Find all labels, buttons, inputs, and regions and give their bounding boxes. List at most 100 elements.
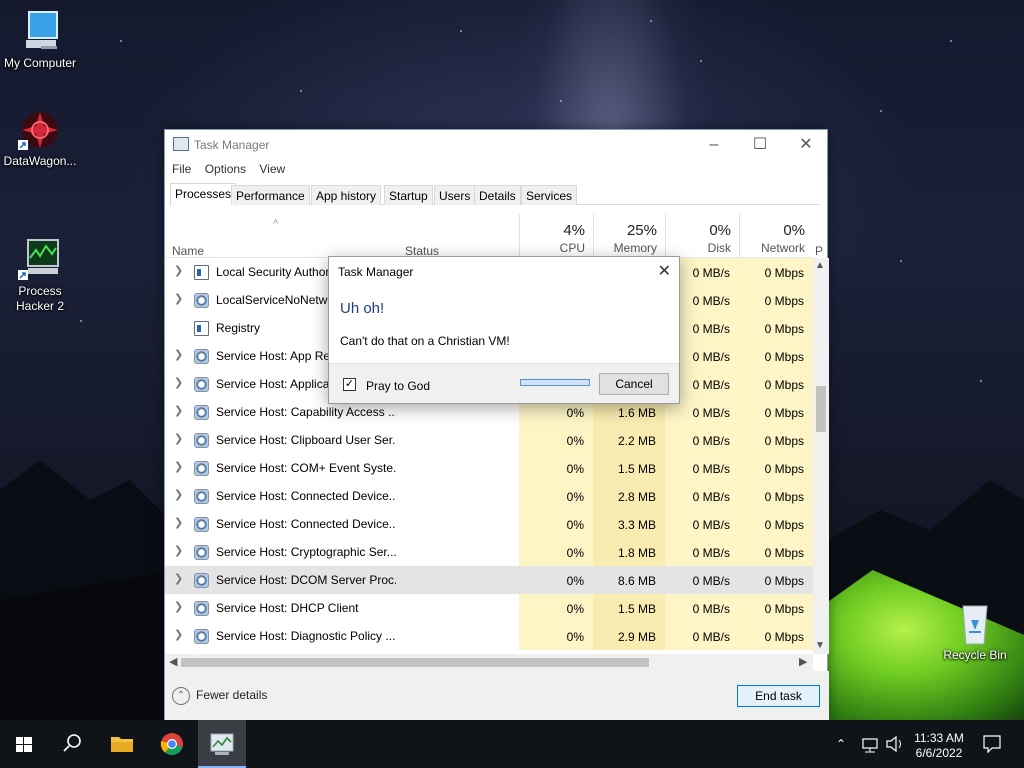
cpu-cell: 0% bbox=[519, 622, 593, 650]
menu-file[interactable]: File bbox=[165, 160, 191, 176]
network-cell: 0 Mbps bbox=[739, 314, 813, 342]
scroll-right-icon[interactable]: ▶ bbox=[799, 655, 807, 668]
expand-chevron-icon[interactable]: ❯ bbox=[174, 572, 183, 585]
title-bar[interactable]: Task Manager – ☐ ✕ bbox=[165, 130, 827, 159]
dialog-footer: ✓ Pray to God Cancel bbox=[329, 363, 679, 403]
fewer-details-label: Fewer details bbox=[196, 688, 268, 703]
chrome-icon bbox=[160, 733, 183, 755]
column-memory[interactable]: 25% Memory bbox=[593, 214, 665, 258]
tab-startup[interactable]: Startup bbox=[384, 185, 433, 205]
tab-processes[interactable]: Processes bbox=[170, 183, 237, 206]
desktop-icon-datawagon[interactable]: DataWagon... bbox=[0, 108, 80, 169]
expand-chevron-icon[interactable]: ❯ bbox=[174, 516, 183, 529]
column-power-truncated[interactable]: P bbox=[815, 244, 823, 258]
notifications-icon[interactable] bbox=[980, 720, 1004, 768]
desktop-icon-label: My Computer bbox=[3, 56, 77, 70]
table-row[interactable]: ❯ Service Host: DHCP Client 0% 1.5 MB 0 MB/s… bbox=[165, 594, 813, 622]
memory-cell: 2.2 MB bbox=[593, 426, 665, 454]
show-hidden-icons-icon[interactable]: ⌃ bbox=[836, 737, 856, 768]
expand-chevron-icon[interactable]: ❯ bbox=[174, 292, 183, 305]
expand-chevron-icon[interactable]: ❯ bbox=[174, 348, 183, 361]
network-cell: 0 Mbps bbox=[739, 398, 813, 426]
end-task-button[interactable]: End task bbox=[737, 685, 820, 707]
service-gear-icon bbox=[194, 349, 209, 364]
scroll-down-icon[interactable]: ▼ bbox=[815, 640, 825, 651]
expand-chevron-icon[interactable]: ❯ bbox=[174, 432, 183, 445]
task-manager-taskbar-button[interactable] bbox=[198, 720, 246, 768]
volume-icon[interactable] bbox=[884, 720, 906, 768]
expand-chevron-icon[interactable]: ❯ bbox=[174, 628, 183, 641]
window-title: Task Manager bbox=[194, 138, 270, 152]
scroll-thumb[interactable] bbox=[816, 386, 826, 432]
desktop-icon-label: Recycle Bin bbox=[943, 648, 1007, 662]
service-gear-icon bbox=[194, 293, 209, 308]
taskbar: ⌃ 11:33 AM 6/6/2022 bbox=[0, 720, 1024, 768]
expand-chevron-icon[interactable]: ❯ bbox=[174, 488, 183, 501]
column-network[interactable]: 0% Network bbox=[739, 214, 813, 258]
table-row[interactable]: ❯ Service Host: COM+ Event Syste... 0% 1.5 … bbox=[165, 454, 813, 482]
search-button[interactable] bbox=[48, 720, 96, 768]
search-icon bbox=[63, 734, 81, 752]
network-icon[interactable] bbox=[860, 720, 882, 768]
minimize-button[interactable]: – bbox=[691, 130, 737, 159]
tab-services[interactable]: Services bbox=[521, 185, 578, 205]
network-cell: 0 Mbps bbox=[739, 454, 813, 482]
scroll-left-icon[interactable]: ◀ bbox=[169, 655, 177, 668]
expand-chevron-icon[interactable]: ❯ bbox=[174, 404, 183, 417]
tab-users[interactable]: Users bbox=[434, 185, 476, 205]
scroll-up-icon[interactable]: ▲ bbox=[815, 260, 825, 271]
pray-checkbox-label[interactable]: Pray to God bbox=[366, 379, 430, 393]
memory-cell: 1.5 MB bbox=[593, 594, 665, 622]
memory-cell: 8.6 MB bbox=[593, 566, 665, 594]
column-name[interactable]: Name bbox=[172, 244, 204, 258]
dialog-close-icon[interactable]: ✕ bbox=[658, 261, 671, 281]
menu-view[interactable]: View bbox=[252, 160, 285, 176]
process-name: Service Host: Clipboard User Ser... bbox=[216, 433, 396, 447]
tab-performance[interactable]: Performance bbox=[231, 185, 310, 205]
dialog-message: Can't do that on a Christian VM! bbox=[340, 334, 510, 348]
desktop-icon-label: DataWagon... bbox=[3, 154, 77, 168]
network-cell: 0 Mbps bbox=[739, 538, 813, 566]
expand-chevron-icon[interactable]: ❯ bbox=[174, 376, 183, 389]
network-cell: 0 Mbps bbox=[739, 594, 813, 622]
horizontal-scrollbar[interactable]: ◀ ▶ bbox=[165, 654, 813, 671]
fewer-details-button[interactable]: ⌃ Fewer details bbox=[172, 687, 267, 705]
tab-app-history[interactable]: App history bbox=[311, 185, 382, 205]
cpu-cell: 0% bbox=[519, 454, 593, 482]
table-row[interactable]: ❯ Service Host: Cryptographic Ser... 0% 1.8… bbox=[165, 538, 813, 566]
close-button[interactable]: ✕ bbox=[783, 130, 829, 159]
column-cpu[interactable]: 4% CPU bbox=[519, 214, 593, 258]
desktop-icon-my-computer[interactable]: My Computer bbox=[0, 10, 80, 71]
system-clock[interactable]: 11:33 AM 6/6/2022 bbox=[906, 731, 972, 761]
disk-cell: 0 MB/s bbox=[665, 426, 739, 454]
table-row[interactable]: ❯ Service Host: Clipboard User Ser... 0% 2.… bbox=[165, 426, 813, 454]
expand-chevron-icon[interactable]: ❯ bbox=[174, 544, 183, 557]
desktop-icon-recycle-bin[interactable]: Recycle Bin bbox=[935, 602, 1015, 663]
recycle-bin-icon bbox=[951, 602, 999, 646]
expand-chevron-icon[interactable]: ❯ bbox=[174, 460, 183, 473]
app-window-icon bbox=[194, 265, 209, 280]
expand-chevron-icon[interactable]: ❯ bbox=[174, 264, 183, 277]
menu-options[interactable]: Options bbox=[198, 160, 246, 176]
table-row[interactable]: ❯ Service Host: Connected Device... 0% 2.8 … bbox=[165, 482, 813, 510]
chrome-button[interactable] bbox=[148, 720, 196, 768]
process-name: Service Host: COM+ Event Syste... bbox=[216, 461, 396, 475]
desktop-icon-process-hacker[interactable]: Process Hacker 2 bbox=[0, 208, 80, 329]
hscroll-thumb[interactable] bbox=[181, 658, 649, 667]
table-row[interactable]: ❯ Service Host: DCOM Server Proc... 0% 8.6 … bbox=[165, 566, 813, 594]
vertical-scrollbar[interactable]: ▲ ▼ bbox=[813, 258, 829, 654]
cancel-button[interactable]: Cancel bbox=[599, 373, 669, 395]
table-row[interactable]: ❯ Service Host: Diagnostic Policy ... 0% 2.… bbox=[165, 622, 813, 650]
pray-checkbox[interactable]: ✓ bbox=[343, 378, 356, 391]
process-name: Service Host: Capability Access ... bbox=[216, 405, 396, 419]
maximize-button[interactable]: ☐ bbox=[737, 130, 783, 159]
process-name: Service Host: DCOM Server Proc... bbox=[216, 573, 396, 587]
service-gear-icon bbox=[194, 545, 209, 560]
column-disk[interactable]: 0% Disk bbox=[665, 214, 739, 258]
expand-chevron-icon[interactable]: ❯ bbox=[174, 600, 183, 613]
table-row[interactable]: ❯ Service Host: Connected Device... 0% 3.3 … bbox=[165, 510, 813, 538]
file-explorer-button[interactable] bbox=[98, 720, 146, 768]
tab-details[interactable]: Details bbox=[474, 185, 521, 205]
network-cell: 0 Mbps bbox=[739, 566, 813, 594]
start-button[interactable] bbox=[0, 720, 48, 768]
